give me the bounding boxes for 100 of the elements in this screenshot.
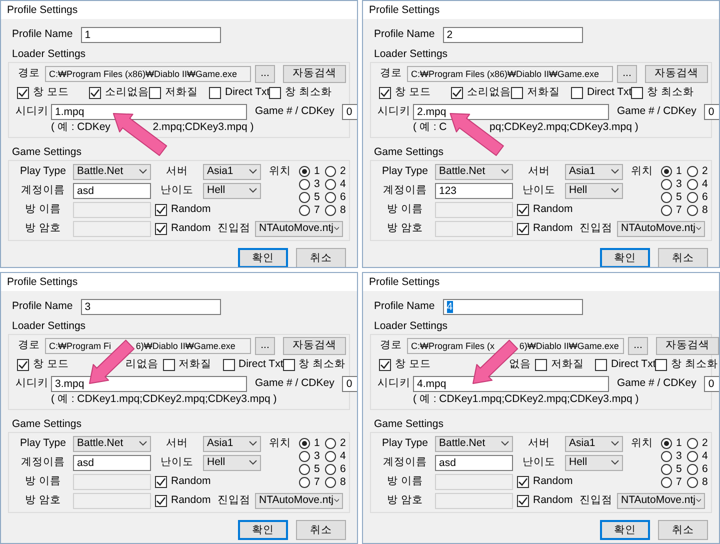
checkbox[interactable] (155, 204, 167, 216)
radio-button[interactable] (325, 166, 336, 177)
checkbox[interactable] (535, 358, 548, 370)
path-field[interactable]: C:₩Program Files (x86)₩Diablo II₩Game.exe (407, 66, 613, 82)
profile-name-field[interactable]: 3 (80, 298, 221, 314)
checkbox[interactable] (17, 358, 29, 370)
cdkey-field[interactable]: 1.mpq (51, 104, 247, 120)
browse-button[interactable]: ... (255, 64, 275, 82)
radio-label[interactable]: 1 (314, 165, 320, 178)
checkbox[interactable] (155, 476, 167, 488)
profile-name-field[interactable]: 1 (80, 26, 221, 42)
radio-label[interactable]: 2 (340, 165, 346, 178)
checkbox[interactable] (517, 204, 529, 216)
radio-label[interactable]: 2 (340, 437, 346, 450)
checkbox[interactable] (379, 358, 391, 370)
checkbox-label[interactable]: Direct Txt (225, 86, 270, 99)
checkbox[interactable] (451, 86, 463, 98)
radio-label[interactable]: 3 (314, 450, 320, 463)
radio-button[interactable] (661, 166, 672, 177)
checkbox-label[interactable]: 저화질 (527, 86, 560, 99)
radio-label[interactable]: 4 (702, 178, 708, 191)
radio-button[interactable] (299, 464, 310, 475)
entry-dropdown[interactable]: NTAutoMove.ntj (255, 492, 343, 508)
radio-button[interactable] (325, 477, 336, 488)
checkbox[interactable] (149, 86, 161, 98)
checkbox[interactable] (222, 358, 235, 370)
radio-label[interactable]: 3 (314, 178, 320, 191)
radio-label[interactable]: 5 (314, 191, 320, 204)
radio-label[interactable]: 8 (702, 476, 708, 489)
radio-label[interactable]: 1 (676, 437, 682, 450)
radio-label[interactable]: 1 (676, 165, 682, 178)
radio-label[interactable]: 4 (702, 450, 708, 463)
radio-label[interactable]: 7 (314, 476, 320, 489)
entry-dropdown[interactable]: NTAutoMove.ntj (255, 220, 343, 236)
radio-label[interactable]: 8 (702, 204, 708, 217)
radio-button[interactable] (661, 205, 672, 216)
auto-search-button[interactable]: 자동검색 (645, 64, 708, 82)
checkbox[interactable] (162, 358, 175, 370)
account-field[interactable]: asd (73, 182, 151, 198)
checkbox[interactable] (155, 222, 167, 234)
checkbox[interactable] (209, 86, 221, 98)
ok-button[interactable]: 확인 (238, 248, 288, 267)
difficulty-dropdown[interactable]: Hell (203, 454, 261, 470)
radio-label[interactable]: 3 (676, 450, 682, 463)
radio-button[interactable] (661, 451, 672, 462)
checkbox-label[interactable]: Random (533, 494, 573, 507)
cancel-button[interactable]: 취소 (658, 520, 708, 540)
checkbox-label[interactable]: 창 모드 (33, 358, 69, 371)
checkbox-label[interactable]: Random (171, 203, 211, 216)
checkbox-label[interactable]: 창 최소화 (285, 86, 332, 99)
profile-name-field[interactable]: 2 (442, 26, 583, 42)
ok-button[interactable]: 확인 (600, 520, 650, 540)
radio-label[interactable]: 7 (676, 204, 682, 217)
radio-button[interactable] (687, 451, 698, 462)
checkbox[interactable] (89, 86, 101, 98)
checkbox[interactable] (511, 86, 523, 98)
difficulty-dropdown[interactable]: Hell (565, 182, 623, 198)
radio-label[interactable]: 1 (314, 437, 320, 450)
radio-label[interactable]: 5 (676, 463, 682, 476)
checkbox-label[interactable]: 창 최소화 (671, 358, 718, 371)
radio-button[interactable] (325, 205, 336, 216)
checkbox-label[interactable]: Random (533, 222, 573, 235)
radio-button[interactable] (325, 464, 336, 475)
radio-label[interactable]: 8 (340, 204, 346, 217)
play-type-dropdown[interactable]: Battle.Net (435, 164, 513, 180)
game-number-field[interactable]: 0 (704, 376, 719, 392)
radio-button[interactable] (687, 438, 698, 449)
checkbox[interactable] (17, 86, 29, 98)
radio-button[interactable] (661, 192, 672, 203)
radio-button[interactable] (661, 179, 672, 190)
checkbox[interactable] (269, 86, 281, 98)
entry-dropdown[interactable]: NTAutoMove.ntj (617, 220, 705, 236)
browse-button[interactable]: ... (617, 64, 637, 82)
checkbox-label[interactable]: Direct Txt (587, 86, 632, 99)
path-field[interactable]: C:₩Program Files (x86)₩Diablo II₩Game.exe (45, 66, 251, 82)
checkbox-label[interactable]: Random (533, 475, 573, 488)
radio-label[interactable]: 6 (702, 191, 708, 204)
server-dropdown[interactable]: Asia1 (203, 436, 261, 452)
path-field[interactable]: C:₩Program Fi 6)₩Diablo II₩Game.exe (45, 338, 251, 354)
checkbox-label[interactable]: Random (171, 475, 211, 488)
radio-button[interactable] (299, 205, 310, 216)
auto-search-button[interactable]: 자동검색 (656, 336, 719, 354)
checkbox-label[interactable]: 리없음 (126, 358, 159, 371)
game-number-field[interactable]: 0 (704, 104, 719, 120)
cancel-button[interactable]: 취소 (296, 520, 346, 540)
browse-button[interactable]: ... (628, 336, 648, 354)
server-dropdown[interactable]: Asia1 (565, 436, 623, 452)
radio-button[interactable] (299, 166, 310, 177)
radio-label[interactable]: 5 (314, 463, 320, 476)
radio-button[interactable] (325, 438, 336, 449)
game-number-field[interactable]: 0 (342, 104, 357, 120)
checkbox-label[interactable]: 없음 (509, 358, 532, 371)
checkbox-label[interactable]: 창 최소화 (298, 358, 346, 371)
checkbox-label[interactable]: 저화질 (551, 358, 584, 371)
radio-button[interactable] (299, 438, 310, 449)
checkbox-label[interactable]: 저화질 (178, 358, 212, 371)
account-field[interactable]: 123 (435, 182, 513, 198)
ok-button[interactable]: 확인 (238, 520, 288, 540)
checkbox-label[interactable]: Random (171, 222, 211, 235)
radio-label[interactable]: 6 (702, 463, 708, 476)
